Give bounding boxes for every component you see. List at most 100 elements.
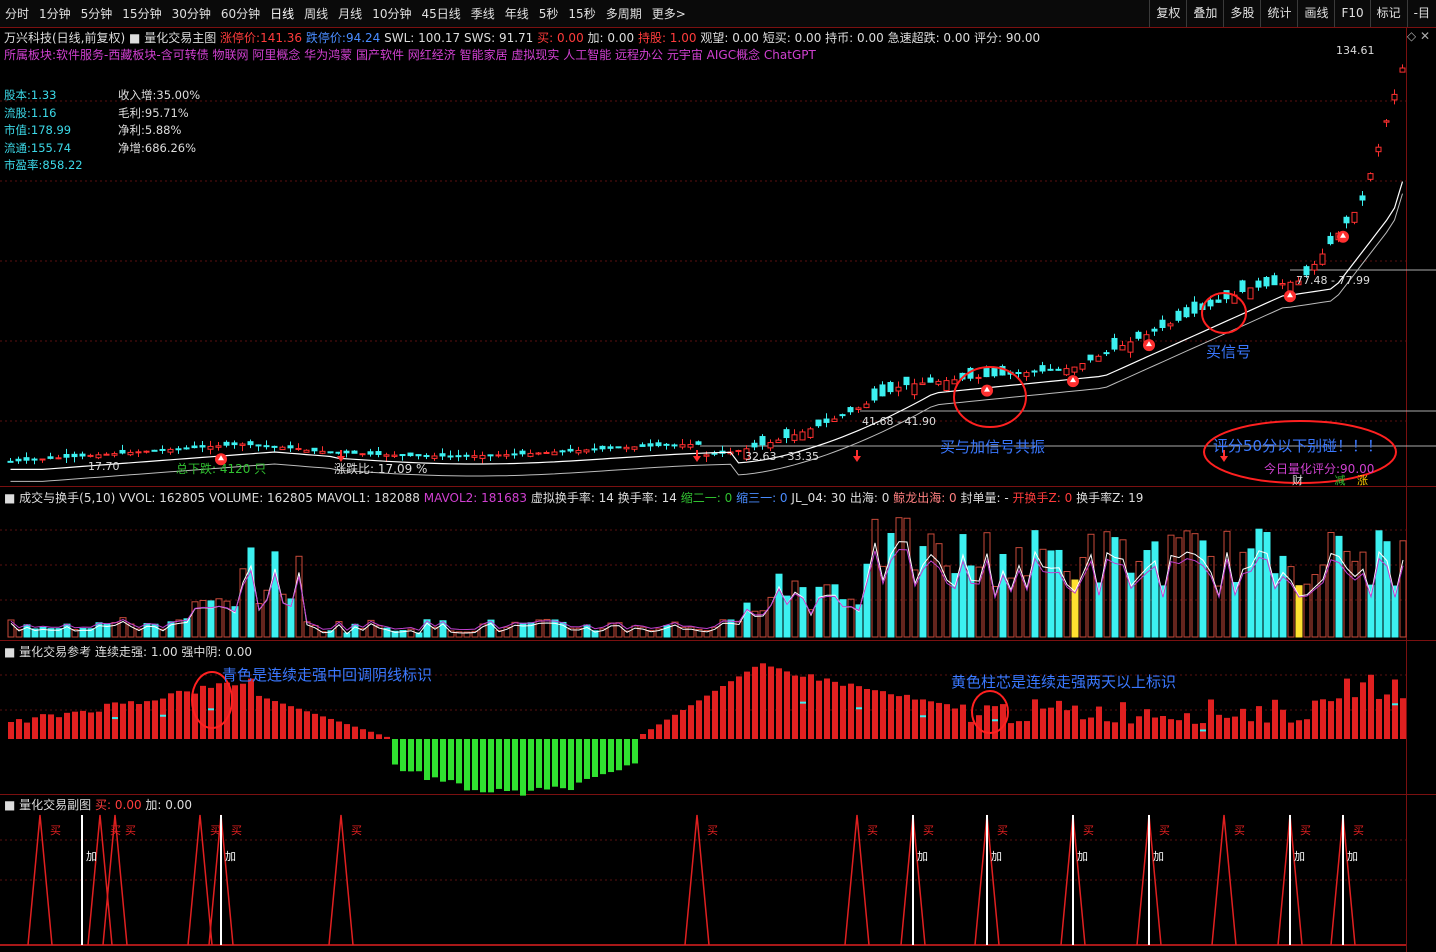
reference-bar xyxy=(112,702,118,739)
candle-body xyxy=(1375,146,1382,153)
candle-body xyxy=(463,454,470,457)
diamond-icon[interactable]: ◇ xyxy=(1407,29,1416,43)
header-controls: ◇ ✕ xyxy=(1407,29,1430,43)
candle-body xyxy=(583,449,590,453)
volume-bar xyxy=(127,623,135,638)
candle-body xyxy=(319,450,326,454)
volume-bar xyxy=(1119,539,1127,638)
reference-bar xyxy=(720,686,726,739)
cyan-note-annotation: 青色是连续走强中回调阴线标识 xyxy=(222,666,433,684)
jl04-value: JL_04: 30 xyxy=(791,491,847,505)
candle-body xyxy=(311,447,318,452)
candle-body xyxy=(159,448,166,451)
candle-body xyxy=(1247,287,1254,300)
reference-bar xyxy=(1264,722,1270,739)
volume-bar xyxy=(1255,528,1263,638)
signal-arrow-icon xyxy=(693,450,701,462)
add-label: 加 xyxy=(1347,850,1358,863)
add-label: 加 xyxy=(225,850,236,863)
candle-body xyxy=(519,450,526,455)
reference-bar xyxy=(1120,702,1126,739)
reference-bar xyxy=(728,681,734,739)
reference-bar xyxy=(992,706,998,739)
reference-bar xyxy=(784,671,790,739)
reference-bar xyxy=(960,704,966,739)
volume-bar xyxy=(911,569,919,638)
candle-body xyxy=(303,449,310,453)
reference-bar xyxy=(1160,716,1166,739)
open-turnover-value: 开换手Z: 0 xyxy=(1012,491,1073,505)
fundamental-right-1: 毛利:95.71% xyxy=(118,105,189,120)
close-icon[interactable]: ✕ xyxy=(1420,29,1430,43)
candle-body xyxy=(671,444,678,447)
volume-ma-lines xyxy=(10,541,1404,635)
tag-jian: 减 xyxy=(1334,474,1346,487)
reference-bar xyxy=(248,678,254,739)
rapid-value: 急速超跌: 0.00 xyxy=(887,31,971,45)
reference-bar xyxy=(744,671,750,739)
candle-body xyxy=(535,452,542,455)
reference-bar xyxy=(1168,719,1174,739)
add-label: 加 xyxy=(86,850,97,863)
candle-body xyxy=(479,454,486,459)
candle-body xyxy=(511,453,518,456)
sector-list[interactable]: 所属板块:软件服务-西藏板块-含可转债 物联网 阿里概念 华为鸿蒙 国产软件 网… xyxy=(4,46,816,63)
limit-down-label: 跌停价: xyxy=(305,31,346,45)
volume-bar xyxy=(535,619,543,638)
candle-body xyxy=(215,445,222,448)
reference-bar xyxy=(200,685,206,739)
buy-signal-annotation: 买信号 xyxy=(1206,343,1252,361)
volume-bar xyxy=(1391,585,1399,638)
reference-bar xyxy=(1128,723,1134,739)
candle-body xyxy=(791,434,798,441)
candle-body xyxy=(1103,352,1110,355)
candle-body xyxy=(1055,368,1062,371)
reference-bar xyxy=(648,729,654,739)
reference-bar xyxy=(1384,694,1390,739)
reference-bar xyxy=(656,724,662,739)
candle-body xyxy=(1399,67,1406,73)
candle-body xyxy=(287,445,294,449)
add-value: 加: 0.00 xyxy=(587,31,635,45)
reference-bar xyxy=(480,739,486,793)
volume-panel-title[interactable]: 成交与换手(5,10) xyxy=(19,491,115,505)
reference-bar xyxy=(760,663,766,739)
reference-bar xyxy=(584,739,590,779)
band-label-2: 32.63 - 33.35 xyxy=(745,450,819,463)
candle-body xyxy=(895,386,902,392)
candle-body xyxy=(751,442,758,448)
reference-bar xyxy=(312,713,318,739)
reference-bar xyxy=(144,701,150,739)
candle-body xyxy=(927,377,934,383)
stock-name[interactable]: 万兴科技(日线,前复权) xyxy=(4,31,125,45)
candle-body xyxy=(191,445,198,449)
reference-cyan-mark xyxy=(1392,703,1398,706)
indicator-name[interactable]: 量化交易主图 xyxy=(144,31,216,45)
reference-bar xyxy=(56,717,62,739)
candle-body xyxy=(687,443,694,448)
candle-body xyxy=(591,448,598,451)
candle-body xyxy=(503,454,510,457)
candle-body xyxy=(119,449,126,454)
reference-panel-title[interactable]: 量化交易参考 xyxy=(19,645,91,659)
volume-bars xyxy=(7,517,1407,638)
reference-histogram xyxy=(8,663,1406,796)
sub-panel-title[interactable]: 量化交易副图 xyxy=(19,798,91,812)
volume-bar xyxy=(1279,555,1287,638)
reference-bar xyxy=(1176,720,1182,739)
reference-bar xyxy=(928,701,934,739)
fundamental-left-4: 市盈率:858.22 xyxy=(4,158,83,172)
reference-bar xyxy=(1040,708,1046,739)
candle-body xyxy=(775,439,782,444)
short-buy-value: 短买: 0.00 xyxy=(762,31,822,45)
candle-body xyxy=(295,447,302,450)
candle-body xyxy=(1039,365,1046,372)
buy-label: 买 xyxy=(707,824,718,837)
candle-body xyxy=(759,436,766,446)
reference-bar xyxy=(272,701,278,739)
ma-fast-line xyxy=(10,181,1404,470)
reference-bar xyxy=(1336,698,1342,739)
candle-body xyxy=(807,428,814,438)
candle-body xyxy=(167,448,174,453)
candle-body xyxy=(1327,235,1334,245)
